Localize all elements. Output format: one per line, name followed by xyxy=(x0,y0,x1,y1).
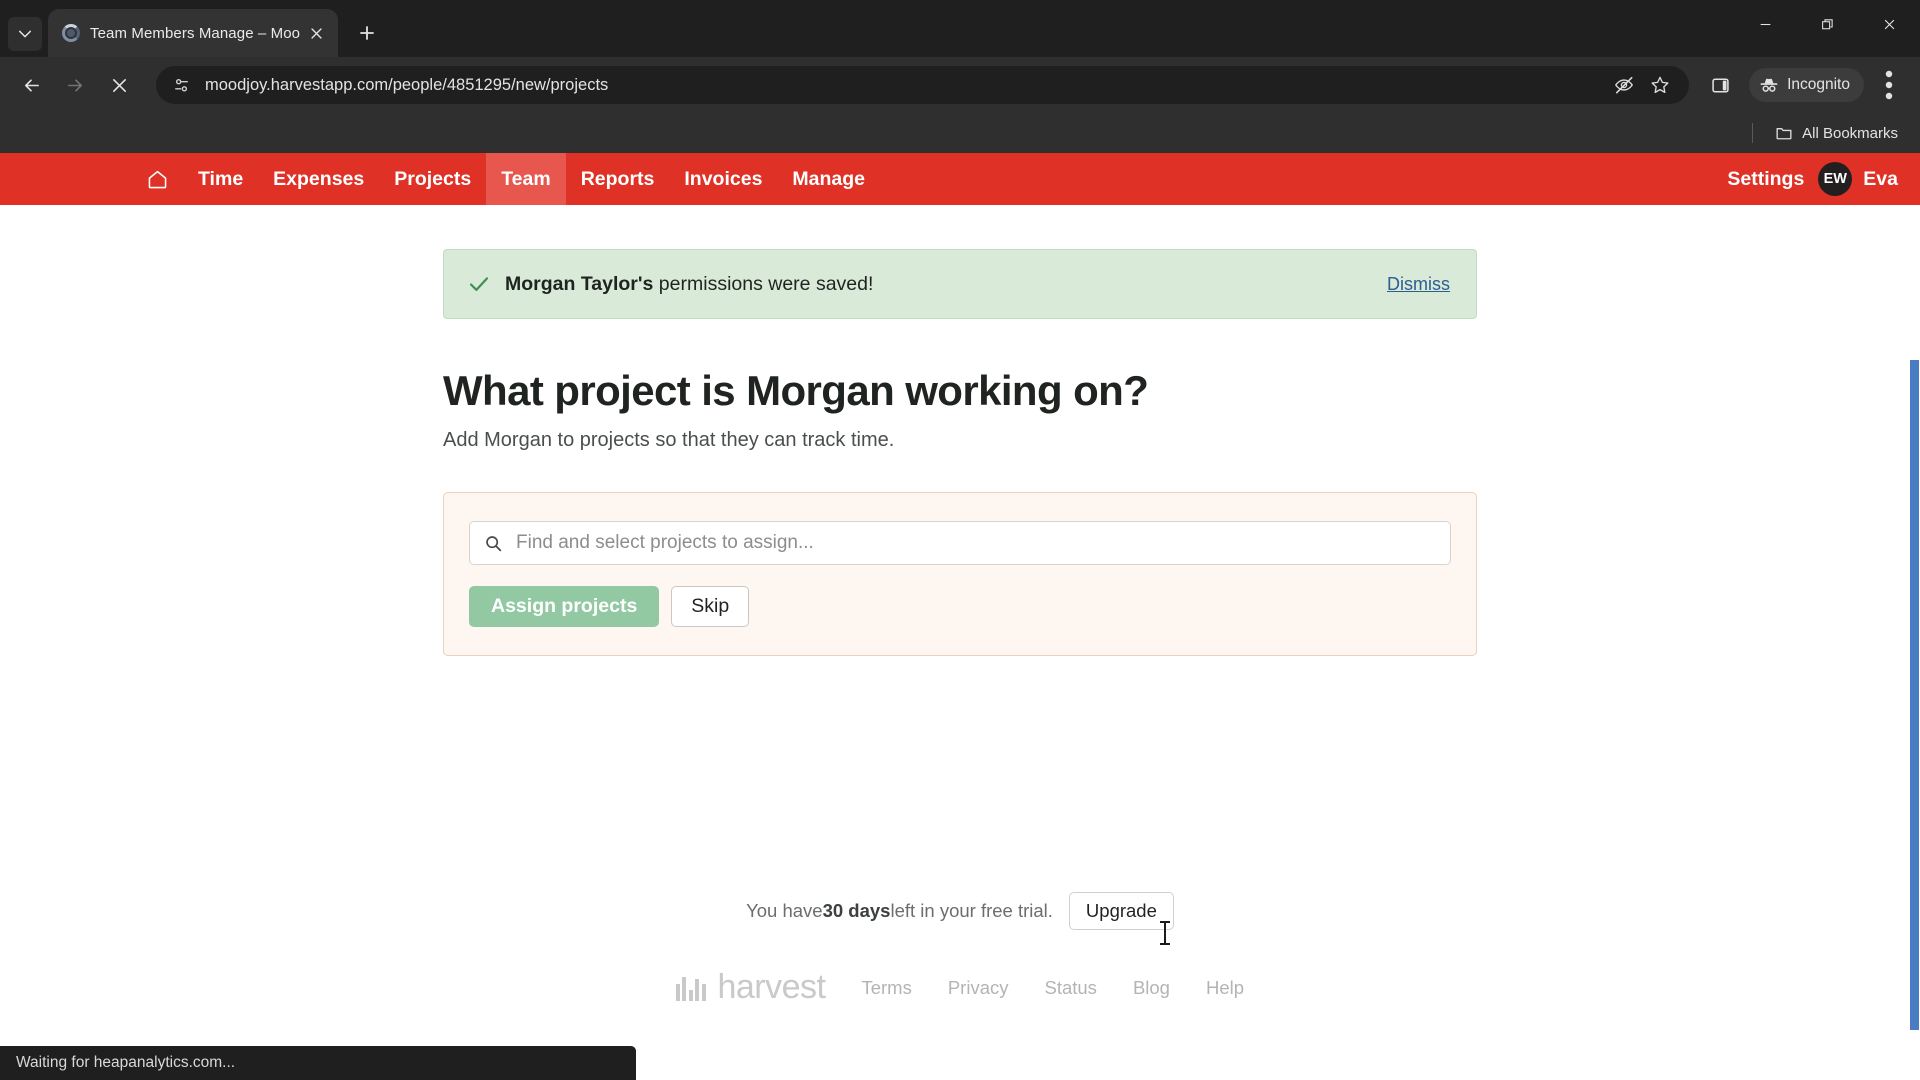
success-banner: Morgan Taylor's permissions were saved! … xyxy=(443,249,1477,319)
trial-prefix: You have xyxy=(746,900,823,921)
trial-suffix: left in your free trial. xyxy=(890,900,1053,921)
toolbar-right-actions: Incognito xyxy=(1697,66,1908,104)
close-icon xyxy=(1884,19,1894,29)
forward-button[interactable] xyxy=(56,66,94,104)
panel-actions: Assign projects Skip xyxy=(469,586,1451,627)
status-bubble: Waiting for heapanalytics.com... xyxy=(0,1046,636,1080)
close-icon xyxy=(310,27,322,39)
assign-projects-panel: Assign projects Skip xyxy=(443,492,1477,656)
nav-item-time[interactable]: Time xyxy=(183,153,258,205)
search-icon xyxy=(486,535,502,551)
nav-item-invoices[interactable]: Invoices xyxy=(669,153,777,205)
browser-window: Team Members Manage – Moo moodjoy.harves… xyxy=(0,0,1920,1080)
nav-settings-link[interactable]: Settings xyxy=(1713,168,1818,191)
footer-link-terms[interactable]: Terms xyxy=(861,977,911,999)
all-bookmarks-button[interactable]: All Bookmarks xyxy=(1767,118,1906,148)
skip-button[interactable]: Skip xyxy=(671,586,750,627)
incognito-label: Incognito xyxy=(1787,76,1850,93)
nav-item-projects[interactable]: Projects xyxy=(379,153,486,205)
page-viewport: Time Expenses Projects Team Reports Invo… xyxy=(0,153,1920,1080)
harvest-bars-icon xyxy=(675,975,709,1001)
status-text: Waiting for heapanalytics.com... xyxy=(16,1054,236,1071)
trial-notice: You have 30 days left in your free trial… xyxy=(443,892,1477,930)
success-banner-subject: Morgan Taylor's xyxy=(505,272,654,295)
minimize-button[interactable] xyxy=(1734,0,1796,48)
new-tab-button[interactable] xyxy=(350,16,384,50)
plus-icon xyxy=(360,26,374,40)
close-icon xyxy=(112,78,126,92)
all-bookmarks-label: All Bookmarks xyxy=(1802,124,1898,142)
dismiss-link[interactable]: Dismiss xyxy=(1387,274,1450,295)
footer-link-privacy[interactable]: Privacy xyxy=(948,977,1009,999)
content-wrapper: Morgan Taylor's permissions were saved! … xyxy=(443,249,1477,1007)
harvest-nav-right: Settings EW Eva xyxy=(1713,153,1902,205)
footer-link-blog[interactable]: Blog xyxy=(1133,977,1170,999)
upgrade-button[interactable]: Upgrade xyxy=(1068,892,1174,930)
tab-search-button[interactable] xyxy=(8,17,42,51)
nav-item-reports[interactable]: Reports xyxy=(566,153,670,205)
page-scrollbar[interactable] xyxy=(1908,205,1920,1080)
arrow-left-icon xyxy=(24,78,39,92)
project-search-box[interactable] xyxy=(469,521,1451,565)
browser-toolbar: moodjoy.harvestapp.com/people/4851295/ne… xyxy=(0,57,1920,113)
home-icon xyxy=(148,170,167,188)
text-cursor xyxy=(1160,921,1170,945)
footer-link-status[interactable]: Status xyxy=(1044,977,1096,999)
minimize-icon xyxy=(1760,23,1770,25)
check-icon xyxy=(468,273,490,295)
restore-icon xyxy=(1821,18,1833,29)
maximize-restore-button[interactable] xyxy=(1796,0,1858,48)
nav-item-expenses[interactable]: Expenses xyxy=(258,153,379,205)
loading-spinner-icon xyxy=(62,24,80,42)
scrollbar-thumb[interactable] xyxy=(1910,360,1919,1030)
incognito-hat-icon xyxy=(1760,78,1778,92)
tab-close-button[interactable] xyxy=(304,21,328,45)
side-panel-icon[interactable] xyxy=(1701,66,1739,104)
url-text: moodjoy.harvestapp.com/people/4851295/ne… xyxy=(205,75,609,94)
assign-projects-button[interactable]: Assign projects xyxy=(469,586,660,627)
search-input[interactable] xyxy=(516,532,1436,554)
browser-menu-button[interactable] xyxy=(1870,66,1908,104)
folder-icon xyxy=(1776,128,1792,140)
harvest-logo: harvest xyxy=(675,968,826,1007)
bookmark-star-icon[interactable] xyxy=(1645,70,1675,100)
address-bar[interactable]: moodjoy.harvestapp.com/people/4851295/ne… xyxy=(156,66,1690,104)
footer-link-help[interactable]: Help xyxy=(1206,977,1244,999)
window-close-button[interactable] xyxy=(1858,0,1920,48)
bookmarks-bar: All Bookmarks xyxy=(0,113,1920,153)
three-dots-vertical-icon xyxy=(1885,70,1893,100)
page-content: Morgan Taylor's permissions were saved! … xyxy=(0,205,1920,1007)
browser-tab[interactable]: Team Members Manage – Moo xyxy=(48,9,338,57)
footer-links: Terms Privacy Status Blog Help xyxy=(861,977,1244,999)
nav-item-manage[interactable]: Manage xyxy=(777,153,880,205)
success-banner-text: Morgan Taylor's permissions were saved! xyxy=(505,273,1387,296)
nav-user-name[interactable]: Eva xyxy=(1863,168,1898,191)
chevron-down-icon xyxy=(18,30,32,38)
success-banner-message: permissions were saved! xyxy=(653,272,874,295)
nav-item-team[interactable]: Team xyxy=(486,153,566,205)
window-controls xyxy=(1734,0,1920,48)
site-info-icon[interactable] xyxy=(172,76,191,95)
page-footer: harvest Terms Privacy Status Blog Help xyxy=(443,968,1477,1007)
tab-strip: Team Members Manage – Moo xyxy=(0,0,1920,57)
harvest-navbar: Time Expenses Projects Team Reports Invo… xyxy=(0,153,1920,205)
back-button[interactable] xyxy=(12,66,50,104)
tracking-blocked-icon[interactable] xyxy=(1609,70,1639,100)
harvest-wordmark: harvest xyxy=(717,968,826,1006)
tab-title: Team Members Manage – Moo xyxy=(90,24,301,42)
divider xyxy=(1752,123,1754,143)
avatar[interactable]: EW xyxy=(1818,162,1853,196)
page-subtitle: Add Morgan to projects so that they can … xyxy=(443,429,895,451)
arrow-right-icon xyxy=(67,78,82,92)
harvest-nav-items: Time Expenses Projects Team Reports Invo… xyxy=(132,153,880,205)
trial-days: 30 days xyxy=(822,900,891,921)
page-title: What project is Morgan working on? xyxy=(443,367,1149,414)
stop-loading-button[interactable] xyxy=(100,66,138,104)
nav-home-button[interactable] xyxy=(132,153,183,205)
incognito-indicator[interactable]: Incognito xyxy=(1749,68,1864,102)
